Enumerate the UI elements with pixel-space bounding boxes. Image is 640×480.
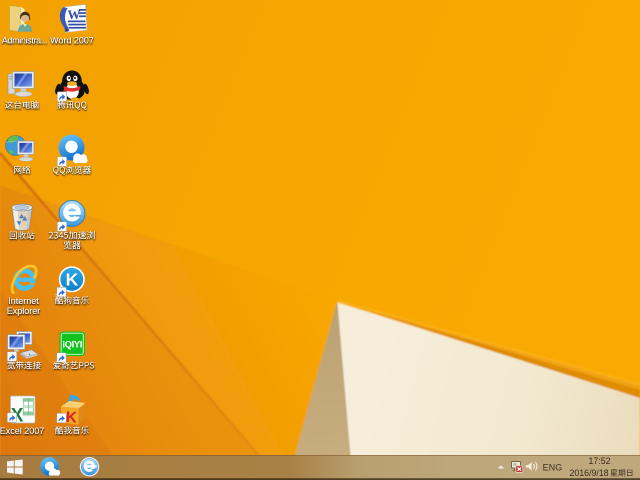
svg-text:Excel 2007: Excel 2007 — [0, 426, 44, 436]
svg-text:2016/9/18: 2016/9/18 — [570, 468, 609, 478]
svg-text:W: W — [68, 7, 81, 22]
svg-text:Internet: Internet — [8, 296, 39, 306]
svg-text:ENG: ENG — [543, 462, 563, 472]
svg-text:17:52: 17:52 — [588, 456, 610, 466]
svg-text:Administra...: Administra... — [2, 36, 47, 46]
svg-text:K: K — [66, 270, 79, 290]
svg-text:K: K — [65, 409, 78, 427]
svg-text:Word 2007: Word 2007 — [50, 36, 94, 46]
svg-text:Explorer: Explorer — [7, 306, 41, 316]
svg-text:iQIYI: iQIYI — [62, 340, 82, 351]
